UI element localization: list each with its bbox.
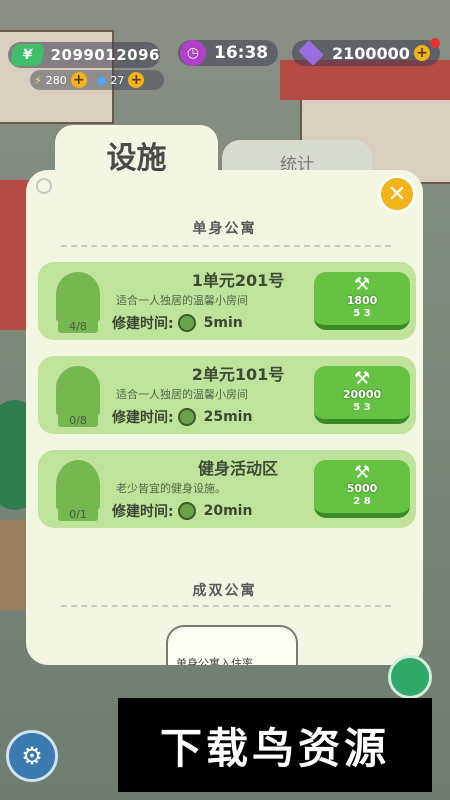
clock-value: 16:38 bbox=[214, 43, 269, 63]
money-value: 2099012096 bbox=[50, 46, 160, 64]
money-icon: ¥ bbox=[10, 44, 45, 66]
facility-desc: 适合一人独居的温馨小房间 bbox=[116, 388, 248, 401]
divider bbox=[61, 605, 391, 607]
facility-desc: 老少皆宜的健身设施。 bbox=[116, 482, 226, 495]
notification-dot bbox=[430, 38, 440, 48]
divider bbox=[61, 245, 391, 247]
timer-icon bbox=[177, 502, 196, 520]
energy-value: 280 bbox=[45, 73, 67, 87]
money-display: ¥ 2099012096 bbox=[8, 42, 160, 68]
build-time-label: 修建时间: bbox=[112, 410, 174, 426]
occupancy-label: 单身公寓入住率 bbox=[176, 657, 253, 665]
gem-value: 2100000 bbox=[332, 43, 410, 63]
side-action-button[interactable] bbox=[388, 655, 432, 699]
add-energy-button[interactable]: + bbox=[70, 72, 87, 88]
facility-panel: 单身公寓 4/8 1单元201号 适合一人独居的温馨小房间 修建时间: 5min… bbox=[26, 170, 423, 665]
build-resources: 5 3 bbox=[353, 402, 371, 413]
fitness-icon: 0/1 bbox=[48, 458, 108, 522]
gear-icon: ⚙ bbox=[21, 742, 43, 770]
build-cost: 1800 bbox=[346, 294, 378, 307]
building-roof bbox=[280, 60, 450, 100]
built-count: 0/8 bbox=[58, 414, 98, 427]
energy-icon: ⚡ bbox=[34, 73, 42, 87]
build-button[interactable]: ⚒ 5000 2 8 bbox=[314, 460, 410, 518]
build-time: 修建时间: 25min bbox=[112, 407, 252, 427]
build-cost: 20000 bbox=[342, 388, 382, 401]
hammer-icon: ⚒ bbox=[354, 462, 371, 483]
house-icon: 0/8 bbox=[48, 364, 108, 428]
house-icon: 4/8 bbox=[48, 270, 108, 334]
build-button[interactable]: ⚒ 20000 5 3 bbox=[314, 366, 410, 424]
close-icon: ✕ bbox=[387, 181, 407, 207]
watermark-text: 下载鸟资源 bbox=[159, 723, 390, 773]
facility-card: 0/8 2单元101号 适合一人独居的温馨小房间 修建时间: 25min ⚒ 2… bbox=[38, 356, 416, 434]
settings-button[interactable]: ⚙ bbox=[6, 730, 58, 782]
hammer-icon: ⚒ bbox=[354, 274, 371, 295]
facility-card: 0/1 健身活动区 老少皆宜的健身设施。 修建时间: 20min ⚒ 5000 … bbox=[38, 450, 416, 528]
tab-facility[interactable]: 设施 bbox=[55, 125, 218, 185]
build-time-label: 修建时间: bbox=[112, 316, 174, 332]
section-title: 成双公寓 bbox=[192, 583, 257, 599]
timer-icon bbox=[177, 314, 196, 332]
facility-name: 2单元101号 bbox=[191, 365, 285, 384]
build-resources: 2 8 bbox=[353, 496, 371, 507]
built-count: 4/8 bbox=[58, 320, 98, 333]
facility-name: 健身活动区 bbox=[197, 459, 278, 478]
close-button[interactable]: ✕ bbox=[378, 175, 416, 213]
build-time-value: 5min bbox=[203, 315, 243, 331]
info-icon[interactable] bbox=[36, 178, 52, 194]
build-time: 修建时间: 20min bbox=[112, 501, 252, 521]
gem-display: 2100000 + bbox=[292, 40, 440, 66]
build-cost: 5000 bbox=[346, 482, 378, 495]
build-resources: 5 3 bbox=[353, 308, 371, 319]
facility-name: 1单元201号 bbox=[191, 271, 285, 290]
occupancy-card: 单身公寓入住率 bbox=[166, 625, 298, 665]
resource-bar: ⚡ 280 + ● 27 + bbox=[30, 70, 164, 90]
game-clock: ◷ 16:38 bbox=[178, 40, 278, 66]
watermark: 下载鸟资源 bbox=[118, 698, 432, 792]
build-time-value: 20min bbox=[203, 503, 253, 519]
clock-icon: ◷ bbox=[180, 40, 206, 66]
built-count: 0/1 bbox=[58, 508, 98, 521]
water-value: 27 bbox=[110, 73, 125, 87]
add-water-button[interactable]: + bbox=[128, 72, 145, 88]
add-gem-button[interactable]: + bbox=[413, 45, 430, 61]
facility-card: 4/8 1单元201号 适合一人独居的温馨小房间 修建时间: 5min ⚒ 18… bbox=[38, 262, 416, 340]
gem-icon bbox=[298, 40, 324, 66]
build-time-value: 25min bbox=[203, 409, 253, 425]
section-title: 单身公寓 bbox=[192, 221, 257, 237]
build-time-label: 修建时间: bbox=[112, 504, 174, 520]
timer-icon bbox=[177, 408, 196, 426]
hammer-icon: ⚒ bbox=[354, 368, 371, 389]
facility-desc: 适合一人独居的温馨小房间 bbox=[116, 294, 248, 307]
tab-facility-label: 设施 bbox=[106, 141, 167, 176]
build-time: 修建时间: 5min bbox=[112, 313, 243, 333]
build-button[interactable]: ⚒ 1800 5 3 bbox=[314, 272, 410, 330]
water-icon: ● bbox=[96, 73, 107, 87]
